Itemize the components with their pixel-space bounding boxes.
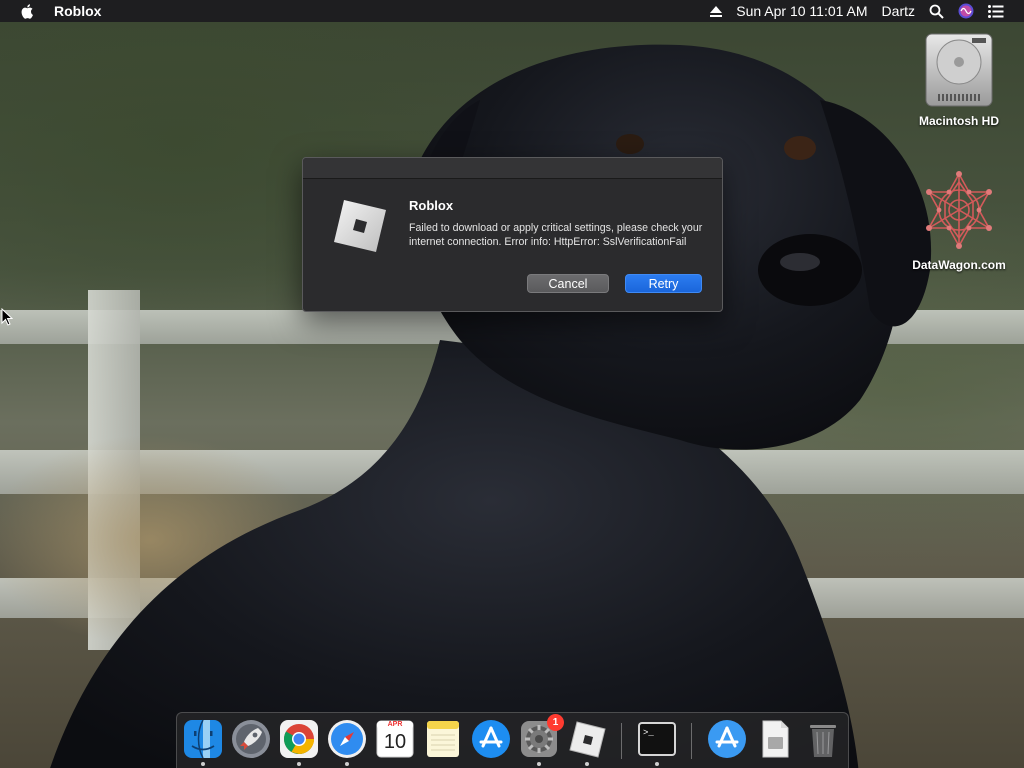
safari-icon: [328, 720, 366, 758]
notes-icon: [427, 721, 459, 757]
running-indicator: [655, 762, 659, 766]
dock-item-notes[interactable]: [423, 719, 463, 759]
dock-item-calendar[interactable]: APR 10: [375, 719, 415, 759]
desktop-icon-datawagon[interactable]: DataWagon.com: [899, 170, 1019, 272]
calendar-month: APR: [387, 721, 403, 728]
svg-text:>_: >_: [643, 728, 654, 738]
roblox-error-dialog: Roblox Failed to download or apply criti…: [302, 157, 723, 312]
applications-folder-icon: [708, 720, 746, 758]
eject-icon[interactable]: [710, 5, 723, 17]
menu-bar-extras: Sun Apr 10 11:01 AM Dartz: [710, 0, 1024, 22]
user-menu[interactable]: Dartz: [882, 3, 915, 19]
retry-button[interactable]: Retry: [625, 274, 702, 293]
dock-item-finder[interactable]: [183, 719, 223, 766]
desktop-icon-label: DataWagon.com: [912, 258, 1006, 272]
running-indicator: [585, 762, 589, 766]
siri-icon[interactable]: [958, 3, 974, 19]
dock-item-documents[interactable]: [755, 719, 795, 759]
notification-center-icon[interactable]: [988, 4, 1004, 18]
finder-icon: [184, 719, 222, 759]
notification-badge: 1: [547, 714, 564, 731]
app-store-icon: [472, 720, 510, 758]
desktop-icon-label: Macintosh HD: [918, 114, 999, 128]
mouse-cursor-icon: [1, 308, 13, 326]
dialog-title: Roblox: [409, 198, 454, 213]
dock-item-trash[interactable]: [803, 719, 843, 759]
document-icon: [762, 720, 789, 758]
dock-item-chrome[interactable]: [279, 719, 319, 766]
running-indicator: [345, 762, 349, 766]
spotlight-search-icon[interactable]: [929, 4, 944, 19]
running-indicator: [201, 762, 205, 766]
dock-item-app-store[interactable]: [471, 719, 511, 759]
dock-separator: [691, 723, 692, 759]
dialog-titlebar[interactable]: [303, 158, 722, 179]
terminal-icon: >_: [638, 722, 676, 756]
launchpad-icon: [232, 720, 270, 758]
dock-item-safari[interactable]: [327, 719, 367, 766]
roblox-icon: [334, 200, 386, 252]
menu-clock[interactable]: Sun Apr 10 11:01 AM: [736, 3, 867, 19]
cancel-button[interactable]: Cancel: [527, 274, 609, 293]
datawagon-logo-icon: [926, 171, 992, 249]
desktop-wallpaper: [0, 0, 1024, 768]
running-indicator: [537, 762, 541, 766]
calendar-day: 10: [383, 731, 407, 753]
dock: APR 10 1 >_: [176, 712, 849, 768]
app-menu-title[interactable]: Roblox: [54, 3, 101, 19]
hard-drive-icon: [925, 33, 993, 107]
dialog-message: Failed to download or apply critical set…: [409, 222, 703, 248]
dog-photo: [50, 44, 932, 768]
dock-item-launchpad[interactable]: [231, 719, 271, 759]
trash-icon: [810, 725, 836, 757]
dock-item-terminal[interactable]: >_: [637, 719, 677, 766]
apple-icon[interactable]: [20, 3, 36, 19]
chrome-icon: [280, 720, 318, 758]
desktop-icon-macintosh-hd[interactable]: Macintosh HD: [899, 32, 1019, 128]
dock-item-roblox[interactable]: [567, 719, 607, 766]
running-indicator: [297, 762, 301, 766]
dock-separator: [621, 723, 622, 759]
dock-item-applications[interactable]: [707, 719, 747, 759]
roblox-icon: [569, 721, 606, 758]
dock-item-system-preferences[interactable]: 1: [519, 714, 564, 766]
menu-bar: Roblox Sun Apr 10 11:01 AM Dartz: [0, 0, 1024, 22]
